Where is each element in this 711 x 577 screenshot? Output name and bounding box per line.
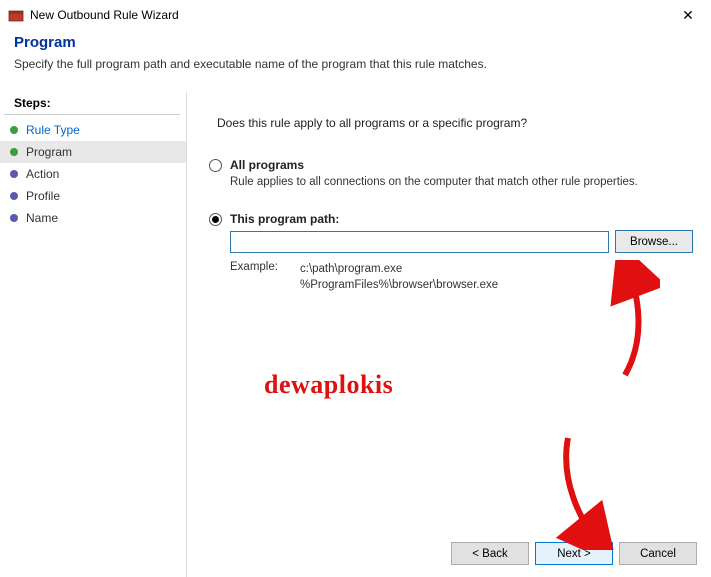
- cancel-button[interactable]: Cancel: [619, 542, 697, 565]
- firewall-icon: [8, 7, 24, 23]
- radio-circle-icon: [209, 213, 222, 226]
- step-label: Rule Type: [26, 123, 80, 137]
- page-title: Program: [14, 34, 697, 51]
- browse-button[interactable]: Browse...: [615, 230, 693, 253]
- radio-circle-icon: [209, 159, 222, 172]
- radio-this-program-path[interactable]: This program path:: [209, 212, 693, 226]
- question-text: Does this rule apply to all programs or …: [217, 116, 693, 130]
- step-profile[interactable]: Profile: [0, 185, 186, 207]
- program-path-input[interactable]: [230, 231, 609, 253]
- step-name[interactable]: Name: [0, 207, 186, 229]
- radio-all-programs[interactable]: All programs: [209, 158, 693, 172]
- watermark-text: dewaplokis: [264, 370, 393, 400]
- example-values: c:\path\program.exe %ProgramFiles%\brows…: [300, 261, 498, 293]
- step-program[interactable]: Program: [0, 141, 186, 163]
- close-button[interactable]: ✕: [673, 7, 703, 24]
- back-button[interactable]: < Back: [451, 542, 529, 565]
- steps-heading: Steps:: [4, 92, 180, 115]
- page-subtitle: Specify the full program path and execut…: [14, 57, 697, 71]
- step-rule-type[interactable]: Rule Type: [0, 119, 186, 141]
- radio-all-label: All programs: [230, 158, 304, 172]
- example-label: Example:: [230, 261, 300, 293]
- window-title: New Outbound Rule Wizard: [30, 8, 673, 22]
- steps-sidebar: Steps: Rule Type Program Action Profile …: [0, 92, 186, 577]
- step-label: Profile: [26, 189, 60, 203]
- next-button[interactable]: Next >: [535, 542, 613, 565]
- radio-path-label: This program path:: [230, 212, 339, 226]
- step-label: Name: [26, 211, 58, 225]
- step-action[interactable]: Action: [0, 163, 186, 185]
- radio-all-desc: Rule applies to all connections on the c…: [230, 176, 693, 188]
- step-label: Action: [26, 167, 59, 181]
- step-label: Program: [26, 145, 72, 159]
